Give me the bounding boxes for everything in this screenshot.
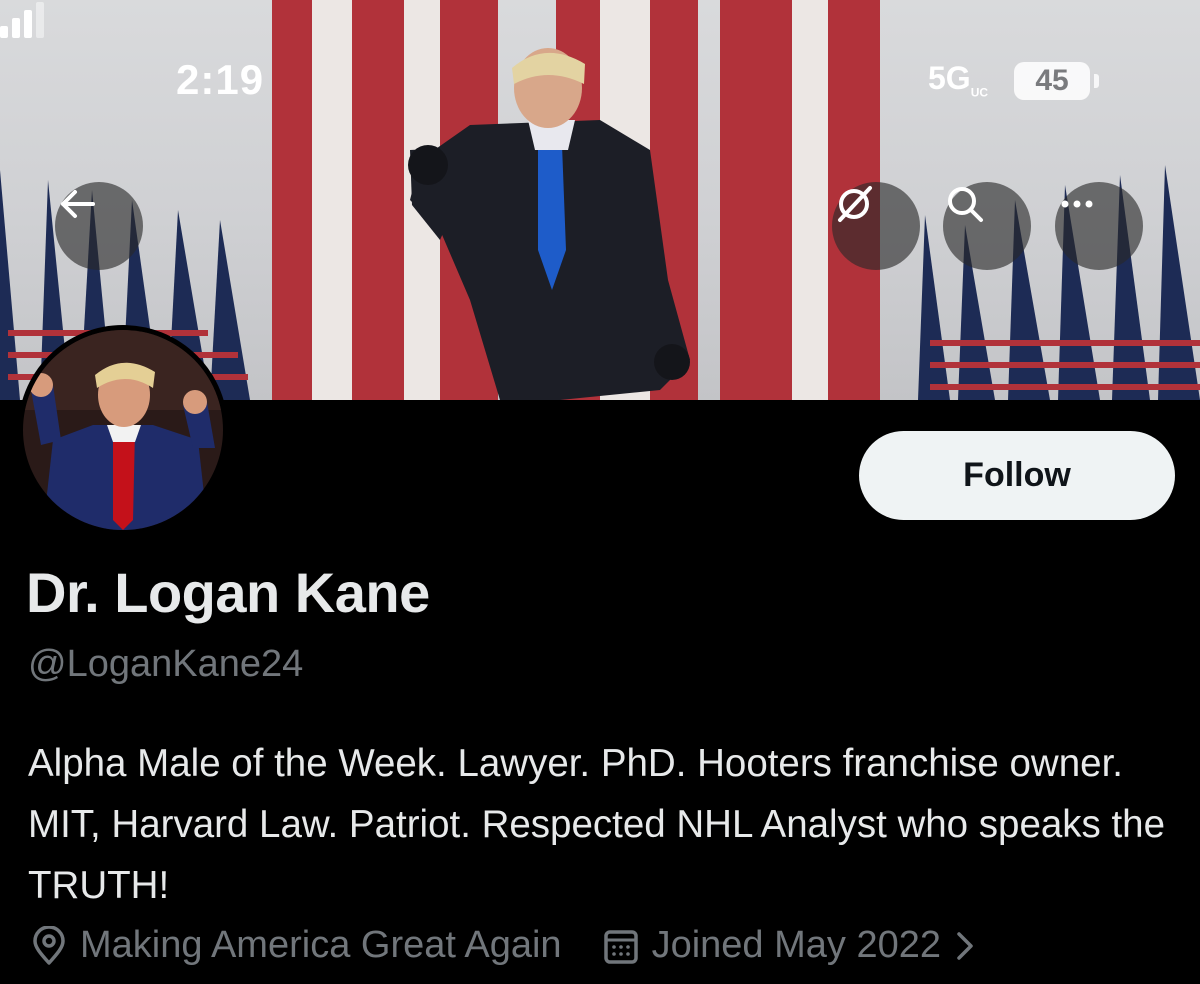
network-type: 5G — [928, 60, 971, 96]
slash-circle-icon — [838, 186, 872, 222]
joined-item[interactable]: Joined May 2022 — [602, 924, 991, 967]
avatar[interactable] — [18, 325, 228, 535]
battery-tip — [1094, 74, 1099, 88]
status-time: 2:19 — [176, 56, 265, 103]
location-pin-icon — [33, 925, 65, 965]
calendar-icon — [603, 929, 638, 964]
avatar-image — [23, 330, 223, 530]
arrow-left-icon — [61, 190, 95, 218]
grok-button[interactable] — [832, 182, 920, 270]
back-button[interactable] — [55, 182, 143, 270]
location-text: Making America Great Again — [80, 924, 562, 966]
search-icon — [948, 187, 983, 222]
battery-indicator: 45 — [1014, 62, 1090, 100]
display-name: Dr. Logan Kane — [26, 561, 430, 624]
follow-button[interactable]: Follow — [859, 431, 1175, 520]
ellipsis-icon — [1061, 200, 1093, 208]
joined-text: Joined May 2022 — [651, 924, 941, 966]
profile-bio: Alpha Male of the Week. Lawyer. PhD. Hoo… — [28, 742, 1165, 907]
user-handle: @LoganKane24 — [28, 643, 304, 685]
profile-meta: Making America Great Again Joined May 20… — [30, 924, 991, 967]
chevron-right-icon — [957, 931, 973, 960]
search-button[interactable] — [943, 182, 1031, 270]
network-indicator: 5GUC — [928, 60, 988, 99]
cellular-signal-icon — [0, 2, 44, 38]
location-item: Making America Great Again — [30, 924, 562, 967]
profile-banner[interactable]: 2:19 5GUC 45 — [0, 0, 1200, 400]
network-badge: UC — [970, 85, 989, 100]
more-options-button[interactable] — [1055, 182, 1143, 270]
